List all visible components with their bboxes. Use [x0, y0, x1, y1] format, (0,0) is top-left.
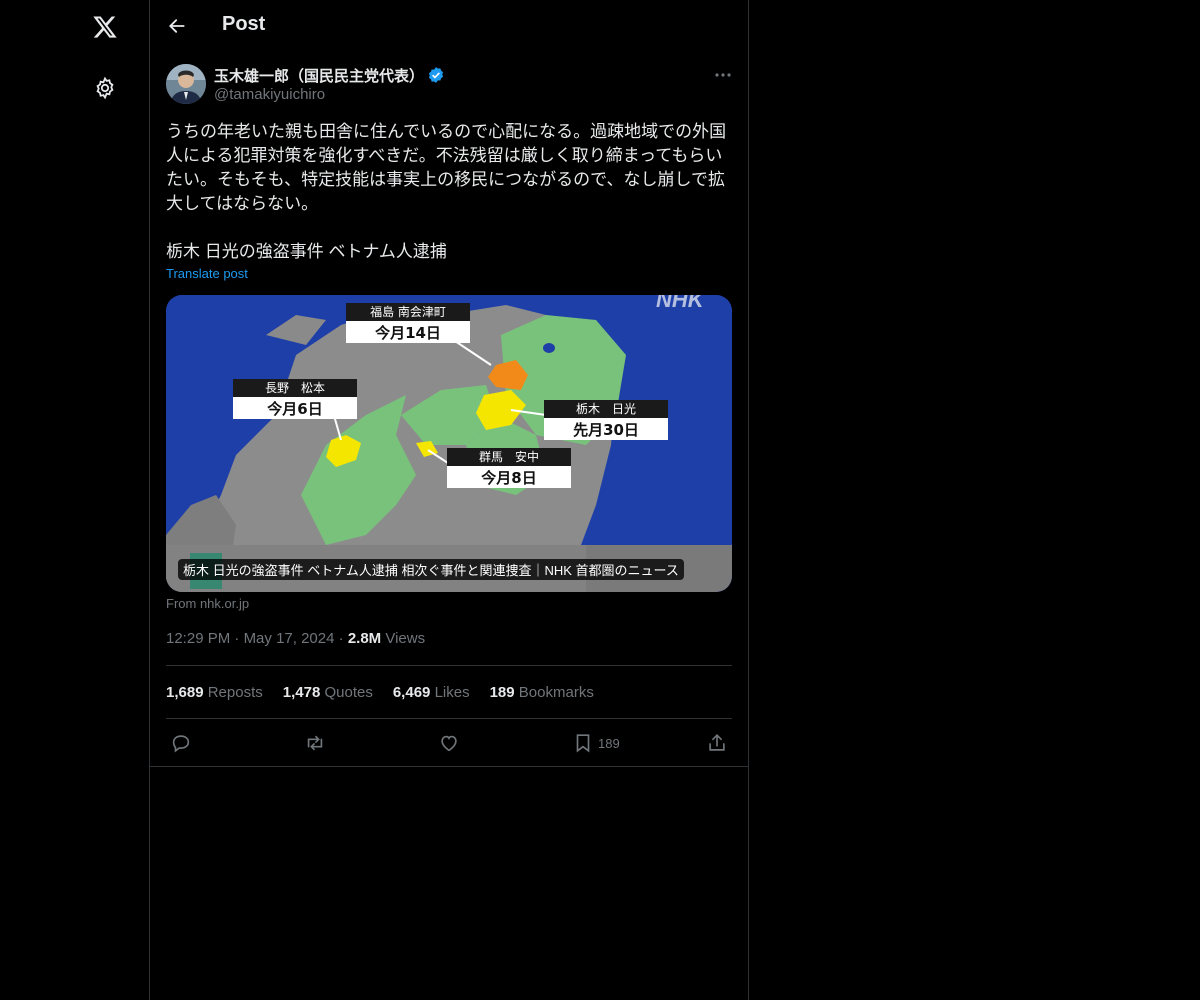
map-label-place: 長野 松本: [265, 381, 325, 395]
translate-post-link[interactable]: Translate post: [166, 266, 248, 281]
reposts-count: 1,689: [166, 684, 204, 701]
repost-icon[interactable]: [304, 731, 326, 755]
avatar[interactable]: [166, 64, 206, 104]
post-body: うちの年老いた親も田舎に住んでいるので心配になる。過疎地域での外国人による犯罪対…: [166, 122, 727, 213]
map-label: 群馬 安中 今月8日: [427, 448, 571, 488]
post-header: Post: [150, 0, 748, 54]
quotes-label: Quotes: [324, 684, 373, 701]
views-label: Views: [385, 630, 426, 647]
reply-icon[interactable]: [170, 731, 192, 755]
author-handle[interactable]: @tamakiyuichiro: [214, 86, 325, 103]
map-image: NHK 福島 南会津町 今月14日 長野 松本 今月6日 栃木 日光 先月30日…: [166, 295, 732, 592]
post-time[interactable]: 12:29 PM: [166, 630, 230, 647]
bookmarks-label: Bookmarks: [518, 684, 594, 701]
heart-icon[interactable]: [438, 731, 460, 755]
map-label-date: 今月14日: [374, 324, 441, 342]
quotes-stat[interactable]: 1,478 Quotes: [283, 684, 373, 701]
post-meta: 12:29 PM · May 17, 2024 · 2.8M Views: [166, 630, 425, 647]
divider: [166, 718, 732, 719]
share-icon[interactable]: [706, 731, 728, 755]
bookmark-icon: [576, 734, 590, 753]
divider: [150, 766, 748, 767]
map-label-date: 今月8日: [480, 469, 536, 487]
left-nav: [0, 0, 149, 1000]
verified-badge-icon: [427, 66, 445, 84]
post-headline: 栃木 日光の強盗事件 ベトナム人逮捕: [166, 242, 447, 261]
post-stats: 1,689 Reposts 1,478 Quotes 6,469 Likes 1…: [166, 684, 594, 701]
more-options-icon[interactable]: [712, 66, 734, 84]
divider: [166, 665, 732, 666]
author-name[interactable]: 玉木雄一郎（国民民主党代表）: [214, 65, 424, 86]
likes-count: 6,469: [392, 684, 431, 701]
meta-separator: ·: [338, 630, 344, 647]
arrow-left-icon[interactable]: [166, 15, 188, 37]
map-label-place: 群馬 安中: [479, 449, 539, 464]
post-text: うちの年老いた親も田舎に住んでいるので心配になる。過疎地域での外国人による犯罪対…: [166, 120, 732, 264]
action-bar: 189: [166, 731, 732, 755]
reposts-stat[interactable]: 1,689 Reposts: [166, 684, 263, 701]
bookmark-button[interactable]: 189: [572, 731, 620, 755]
post-column: Post 玉木雄一郎（国民民主党代表） @tamakiyuichiro うちの年…: [149, 0, 749, 1000]
map-label-place: 福島 南会津町: [370, 304, 446, 319]
map-label-place: 栃木 日光: [576, 402, 636, 416]
meta-separator: ·: [234, 630, 240, 647]
post-date[interactable]: May 17, 2024: [244, 630, 335, 647]
bookmarks-count: 189: [489, 684, 515, 701]
link-card[interactable]: NHK 福島 南会津町 今月14日 長野 松本 今月6日 栃木 日光 先月30日…: [166, 295, 732, 592]
card-caption: 栃木 日光の強盗事件 ベトナム人逮捕 相次ぐ事件と関連捜査｜NHK 首都圏のニュ…: [178, 559, 684, 580]
card-source[interactable]: From nhk.or.jp: [166, 596, 249, 611]
bookmark-count: 189: [598, 735, 620, 751]
map-label-date: 先月30日: [573, 421, 639, 439]
views-count: 2.8M: [347, 630, 382, 647]
nhk-watermark: NHK: [656, 295, 706, 312]
quotes-count: 1,478: [282, 684, 321, 701]
reposts-label: Reposts: [207, 684, 263, 701]
bookmarks-stat[interactable]: 189 Bookmarks: [490, 684, 594, 701]
likes-stat[interactable]: 6,469 Likes: [393, 684, 470, 701]
x-logo-icon[interactable]: [90, 12, 120, 42]
likes-label: Likes: [434, 684, 470, 701]
gear-icon[interactable]: [92, 75, 118, 101]
map-label-date: 今月6日: [266, 400, 322, 418]
page-title: Post: [222, 13, 266, 35]
